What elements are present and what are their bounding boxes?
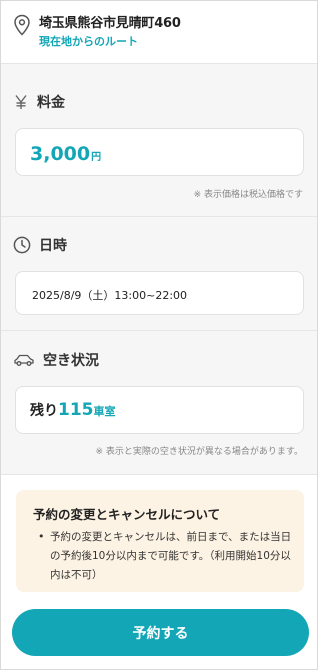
vacancy-section: 空き状況 残り115車室 ※ 表示と実際の空き状況が異なる場合があります。 [1, 331, 317, 474]
address-block: 埼玉県熊谷市見晴町460 現在地からのルート [1, 1, 317, 63]
notice-bullet: • [38, 530, 45, 543]
price-section: 料金 3,000円 ※ 表示価格は税込価格です [1, 64, 317, 216]
price-heading: 料金 [13, 92, 65, 112]
vacancy-note: ※ 表示と実際の空き状況が異なる場合があります。 [95, 447, 303, 457]
vacancy-heading: 空き状況 [13, 350, 99, 370]
divider [1, 474, 317, 475]
clock-icon [13, 236, 31, 254]
datetime-section: 日時 2025/8/9（土）13:00~22:00 [1, 217, 317, 330]
price-card: 3,000円 [15, 128, 304, 176]
notice-title: 予約の変更とキャンセルについて [33, 507, 221, 522]
yen-icon [15, 95, 27, 109]
reservation-panel: 埼玉県熊谷市見晴町460 現在地からのルート 料金 3,000円 ※ 表示価格は… [0, 0, 318, 670]
vacancy-card: 残り115車室 [15, 386, 304, 434]
address-text: 埼玉県熊谷市見晴町460 [39, 16, 181, 31]
vacancy-value: 残り115車室 [30, 400, 116, 420]
notice-text: 予約の変更とキャンセルは、前日まで、または当日の予約後10分以内まで可能です。（… [50, 531, 292, 581]
price-note: ※ 表示価格は税込価格です [193, 190, 303, 200]
car-icon [14, 354, 34, 366]
route-link[interactable]: 現在地からのルート [39, 33, 138, 49]
datetime-value: 2025/8/9（土）13:00~22:00 [32, 289, 188, 302]
cancellation-notice: 予約の変更とキャンセルについて • 予約の変更とキャンセルは、前日まで、または当… [16, 490, 304, 592]
datetime-heading: 日時 [13, 235, 67, 255]
price-value: 3,000円 [30, 143, 102, 165]
datetime-card: 2025/8/9（土）13:00~22:00 [15, 271, 304, 315]
map-pin-icon [14, 14, 30, 36]
reserve-button[interactable]: 予約する [12, 609, 309, 656]
